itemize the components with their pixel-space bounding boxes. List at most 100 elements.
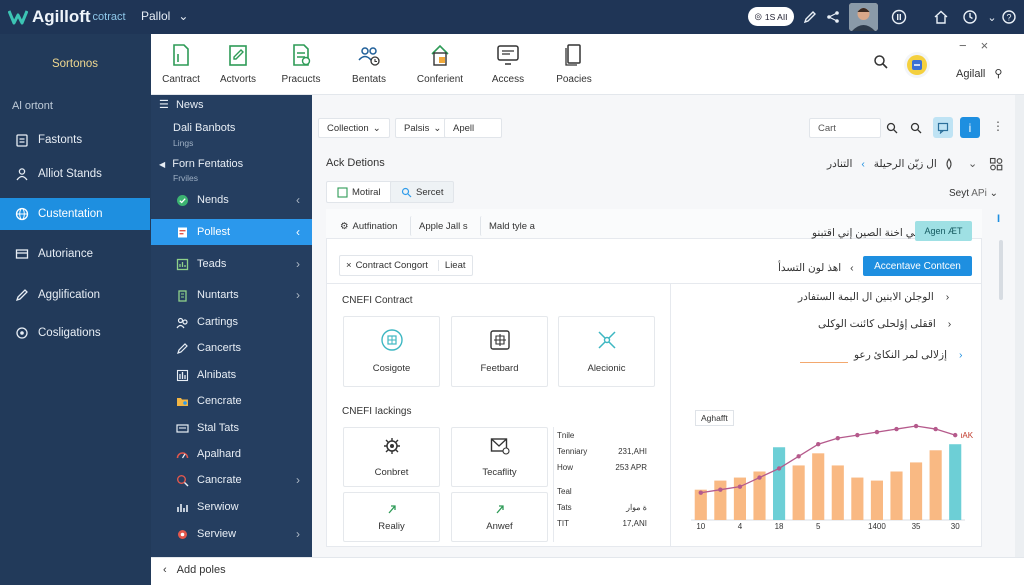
arrow-icon (386, 503, 398, 515)
chart-bar (773, 447, 786, 520)
project-selector[interactable]: Pallol ⌄ (141, 9, 188, 23)
sub-nav-header[interactable]: ☰ News (159, 98, 203, 111)
collection-filter[interactable]: Collection ⌄ (318, 118, 390, 138)
bar-chart-icon (175, 500, 189, 514)
status-pill[interactable]: ◎ 1S AII (748, 7, 794, 26)
sub-nav-item[interactable]: Serview › (151, 521, 312, 547)
list-item[interactable]: الوجلن الابنين ال البمة الستفادر › (798, 291, 949, 303)
list-item[interactable]: إزلالى لمر النكائ رعو › (854, 349, 963, 361)
drop-icon[interactable] (943, 158, 955, 170)
logo-suffix: cotract (92, 11, 126, 23)
clock-icon[interactable] (960, 7, 980, 27)
left-nav-item-autoriance[interactable]: Autoriance (0, 238, 150, 270)
chart-point (933, 426, 938, 432)
sub-nav-label: Pollest (197, 226, 231, 238)
button-label: Sercet (416, 186, 444, 198)
pen-icon[interactable] (800, 7, 820, 27)
close-icon[interactable]: × (346, 260, 352, 271)
folder-icon (175, 394, 189, 408)
search-button[interactable]: Sercet (390, 181, 455, 203)
svg-text:?: ? (1006, 13, 1011, 23)
more-icon[interactable]: ⋮ (992, 119, 1004, 133)
left-nav-label: Agglification (38, 289, 101, 301)
sub-nav-item[interactable]: Cancrate › (151, 467, 312, 493)
add-poles-button[interactable]: ‹ Add poles (163, 564, 226, 576)
person-icon (14, 166, 30, 182)
apell-filter[interactable]: Apell (444, 118, 502, 138)
sub-nav-item[interactable]: Serwiow (151, 494, 312, 520)
sub-nav-item[interactable]: Nends ‹ (151, 187, 312, 213)
help-icon[interactable] (889, 7, 909, 27)
tab-conferient[interactable]: Conferient (405, 42, 475, 85)
chevron-down-icon[interactable]: ⌄ (968, 157, 977, 170)
scrollbar-track[interactable] (1015, 95, 1024, 557)
minimize-icon[interactable]: − (959, 38, 967, 53)
avatar[interactable] (849, 3, 878, 31)
share-nodes-icon[interactable] (989, 157, 1003, 171)
sub-nav-item[interactable]: Cencrate (151, 388, 312, 414)
sort-control[interactable]: Seyt APi ⌄ (949, 188, 998, 199)
tile-alecionic[interactable]: Alecionic (558, 316, 655, 387)
breadcrumb[interactable]: ال زيّن الرحيلة › التنادر (827, 158, 937, 170)
tile-realiy[interactable]: Realiy (343, 492, 440, 542)
tile-conbret[interactable]: Conbret (343, 427, 440, 487)
list-item[interactable]: اققلى إؤلحلى كائنت الوكلى › (818, 318, 951, 330)
tile-tecaflity[interactable]: Tecaflity (451, 427, 548, 487)
help-circle-icon[interactable]: ? (999, 7, 1019, 27)
notification-badge[interactable] (904, 52, 930, 78)
tab-actvorts[interactable]: Actvorts (203, 42, 273, 85)
tab-poacies[interactable]: Poacies (539, 42, 609, 85)
close-icon[interactable]: × (981, 38, 989, 53)
search-icon[interactable] (873, 54, 889, 70)
tab-bentats[interactable]: Bentats (334, 42, 404, 85)
user-label[interactable]: Agilall ⚲ (956, 67, 1002, 80)
sub-nav-item[interactable]: Alnibats (151, 362, 312, 388)
tile-feetbard[interactable]: Feetbard (451, 316, 548, 387)
sub-nav-label: Alnibats (197, 369, 237, 381)
tile-label: Conbret (374, 466, 409, 478)
left-nav-item-cosligations[interactable]: Cosligations (0, 317, 150, 349)
left-nav-item-fastonts[interactable]: Fastonts (0, 124, 150, 156)
sub-nav-item[interactable]: Pollest ‹ (151, 219, 312, 245)
sub-nav-item[interactable]: Nuntarts › (151, 282, 312, 308)
home-icon[interactable] (931, 7, 951, 27)
search-input[interactable]: Cart (809, 118, 881, 138)
comment-button[interactable] (933, 117, 953, 138)
tab-autfination[interactable]: ⚙ Autfination (332, 216, 405, 236)
modal-button[interactable]: Motiral (326, 181, 392, 203)
sub-nav-group-title[interactable]: ◀ Forn Fentatios (159, 158, 243, 170)
filter-tag[interactable]: × Contract Congort Lieat (339, 255, 473, 276)
info-button[interactable]: i (960, 117, 980, 138)
tab-mald[interactable]: Mald tyle a (480, 216, 543, 236)
sub-nav-item[interactable]: Apalhard (151, 441, 312, 467)
chevron-down-icon: ⌄ (178, 9, 189, 23)
clipboard-icon (14, 132, 30, 148)
chart-bar (910, 462, 923, 520)
stat-value: 231,AHI (618, 447, 647, 456)
action-button[interactable]: Accentave Contcen (863, 256, 972, 276)
sub-nav-item[interactable]: Stal Tats (151, 415, 312, 441)
sub-nav-item[interactable]: Teads › (151, 251, 312, 277)
section-title: CNEFI Contract (342, 295, 413, 306)
tab-apple[interactable]: Apple Jall s (410, 216, 476, 236)
left-nav-item-alliot-stands[interactable]: Alliot Stands (0, 158, 150, 190)
left-nav-item-agglification[interactable]: Agglification (0, 279, 150, 311)
sub-nav-label: Teads (197, 258, 227, 270)
sub-nav-item[interactable]: Cartings (151, 309, 312, 335)
app-logo[interactable]: Agilloft cotract (8, 7, 126, 27)
zoom-icon[interactable] (910, 122, 922, 134)
sub-nav-item[interactable]: Cancerts (151, 335, 312, 361)
tile-cosigote[interactable]: Cosigote (343, 316, 440, 387)
tab-access[interactable]: Access (473, 42, 543, 85)
sub-nav-group-title[interactable]: Dali Banbots (173, 122, 235, 134)
share-icon[interactable] (823, 7, 843, 27)
status-pill-label: 1S AII (764, 11, 788, 22)
left-nav-item-custentation[interactable]: Custentation (0, 198, 150, 230)
chart-x-tick: 5 (816, 522, 821, 531)
search-icon[interactable] (886, 122, 898, 134)
tab-pracucts[interactable]: Pracucts (266, 42, 336, 85)
scrollbar-thumb[interactable] (999, 240, 1003, 300)
tile-anwef[interactable]: Anwef (451, 492, 548, 542)
palsis-filter[interactable]: Palsis ⌄ (395, 118, 451, 138)
chart: ıAK 10 4 18 5 1400 35 30 (691, 423, 973, 531)
